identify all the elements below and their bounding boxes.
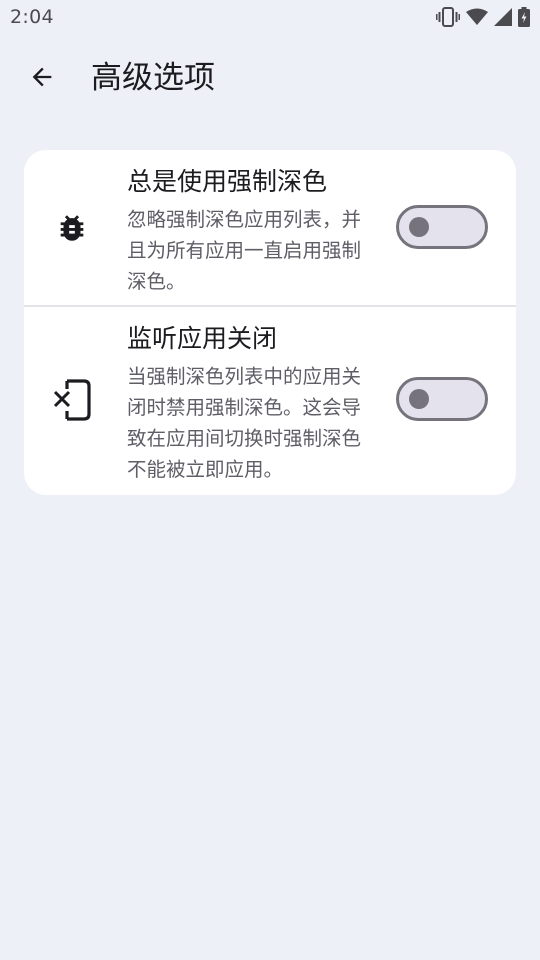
status-icons xyxy=(436,6,530,28)
setting-text: 总是使用强制深色 忽略强制深色应用列表，并且为所有应用一直启用强制深色。 xyxy=(127,162,367,297)
listen-app-close-switch[interactable] xyxy=(396,377,488,421)
back-button[interactable] xyxy=(18,55,66,103)
status-bar: 2:04 xyxy=(0,0,540,36)
bug-icon xyxy=(52,208,92,248)
setting-title: 监听应用关闭 xyxy=(127,324,278,353)
setting-row-always-force-dark[interactable]: 总是使用强制深色 忽略强制深色应用列表，并且为所有应用一直启用强制深色。 xyxy=(24,150,516,305)
switch-thumb xyxy=(409,389,429,409)
settings-card: 总是使用强制深色 忽略强制深色应用列表，并且为所有应用一直启用强制深色。 监听应… xyxy=(24,150,516,495)
switch-thumb xyxy=(409,217,429,237)
wifi-icon xyxy=(466,8,488,26)
setting-title: 总是使用强制深色 xyxy=(127,167,328,196)
battery-charging-icon xyxy=(518,7,530,27)
page-title: 高级选项 xyxy=(91,60,215,96)
app-bar: 高级选项 xyxy=(0,48,540,110)
signal-icon xyxy=(494,8,512,26)
vibrate-icon xyxy=(436,7,460,27)
setting-row-listen-app-close[interactable]: 监听应用关闭 当强制深色列表中的应用关闭时禁用强制深色。这会导致在应用间切换时强… xyxy=(24,307,516,495)
setting-summary: 当强制深色列表中的应用关闭时禁用强制深色。这会导致在应用间切换时强制深色不能被立… xyxy=(127,365,362,481)
setting-summary: 忽略强制深色应用列表，并且为所有应用一直启用强制深色。 xyxy=(127,208,362,293)
app-close-icon xyxy=(52,379,92,421)
setting-text: 监听应用关闭 当强制深色列表中的应用关闭时禁用强制深色。这会导致在应用间切换时强… xyxy=(127,319,367,485)
always-force-dark-switch[interactable] xyxy=(396,205,488,249)
status-time: 2:04 xyxy=(10,6,54,28)
arrow-left-icon xyxy=(28,63,56,95)
